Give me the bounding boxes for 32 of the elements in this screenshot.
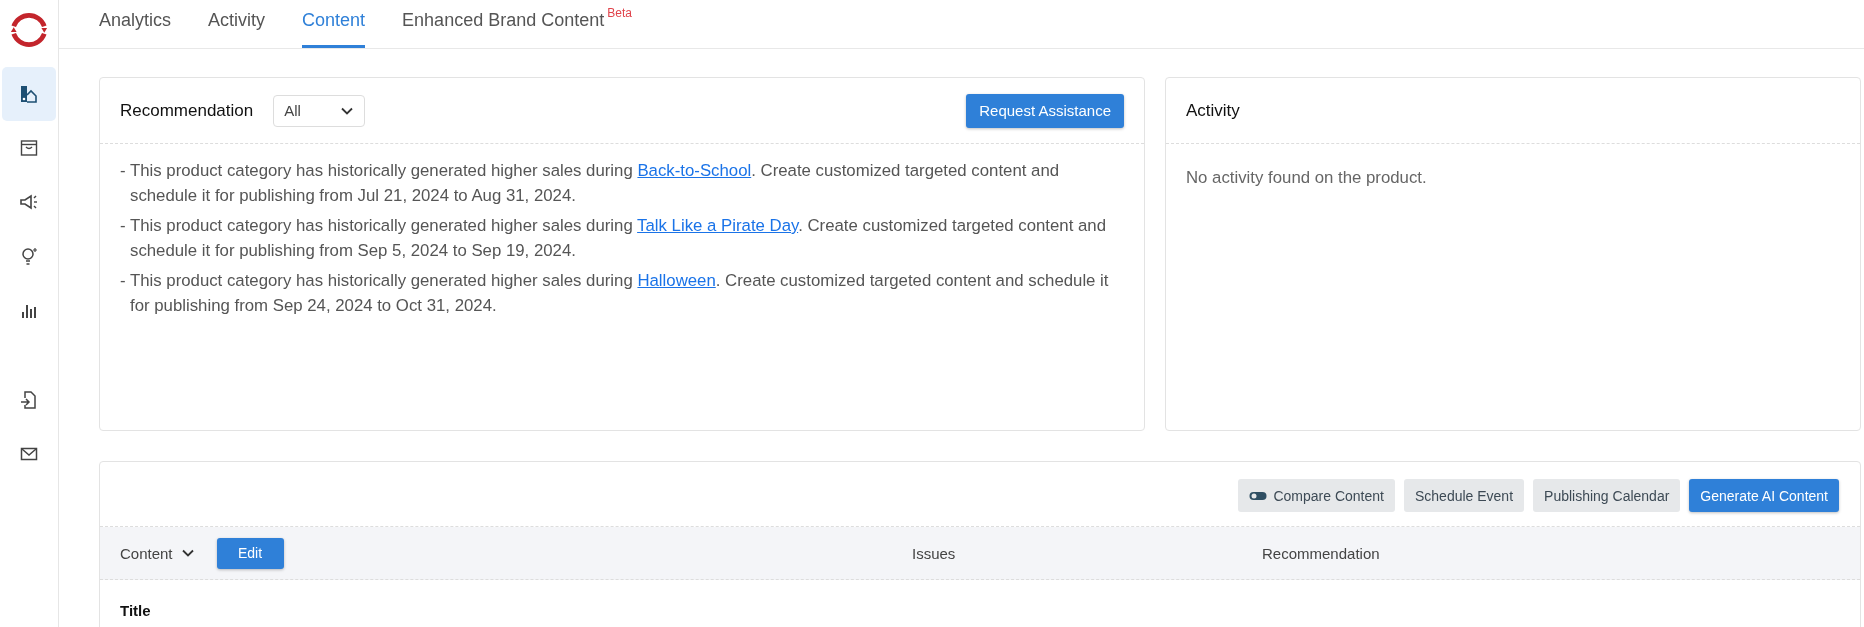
file-import-icon — [19, 390, 39, 410]
toggle-icon — [1249, 490, 1268, 501]
tab[interactable]: Content — [302, 0, 366, 48]
event-link[interactable]: Halloween — [637, 271, 716, 290]
tab[interactable]: Analytics — [99, 0, 172, 48]
lightbulb-icon — [19, 246, 39, 266]
recommendation-text: - This product category has historically generated higher sales during Back-to-School. Create customized targeted content and schedule it for publishing from Jul 21, 2024 to Aug 31, 2024. — [120, 160, 1061, 207]
recommendation-text: - This product category has historically generated higher sales during Talk Like a Pirate Day. Create customized targeted content and schedule it for publishing from Sep 5, 2024 to Sep 19, 2024. — [120, 215, 1107, 262]
request-assistance-button[interactable]: Request Assistance — [966, 93, 1124, 128]
event-link[interactable]: Talk Like a Pirate Day — [637, 216, 799, 235]
archive-icon — [19, 138, 39, 158]
toolbar-button[interactable]: Schedule Event — [1403, 479, 1525, 512]
empty-message: No activity found on the product. — [1186, 168, 1428, 188]
row-label: Title — [120, 602, 151, 619]
tab[interactable]: Enhanced Brand Content $^{Beta}$ — [402, 0, 632, 48]
generate-button[interactable]: Generate AI Content — [1689, 479, 1839, 512]
filter-dropdown[interactable]: All — [273, 94, 366, 127]
card-title: Activity — [1186, 100, 1240, 121]
compare-button[interactable]: Compare Content — [1238, 479, 1395, 512]
event-link[interactable]: Back-to-School — [637, 161, 752, 180]
column-header: Recommendation — [1262, 544, 1380, 562]
sidebar-item[interactable] — [2, 67, 56, 121]
toolbar-button[interactable]: Publishing Calendar — [1533, 479, 1681, 512]
beta-label: Beta — [607, 6, 632, 20]
recommendation-text: - This product category has historically generated higher sales during Halloween. Create customized targeted content and schedule it for publishing from Sep 24, 2024 to Oct 31, 2024. — [120, 270, 1110, 317]
tab[interactable]: Activity — [208, 0, 266, 48]
content-column-header[interactable]: Content — [120, 544, 195, 562]
column-header: Issues — [912, 544, 956, 562]
swatch-icon — [19, 84, 39, 104]
card-title: Recommendation — [120, 100, 254, 121]
edit-button[interactable]: Edit — [216, 537, 284, 569]
megaphone-icon — [19, 192, 39, 212]
